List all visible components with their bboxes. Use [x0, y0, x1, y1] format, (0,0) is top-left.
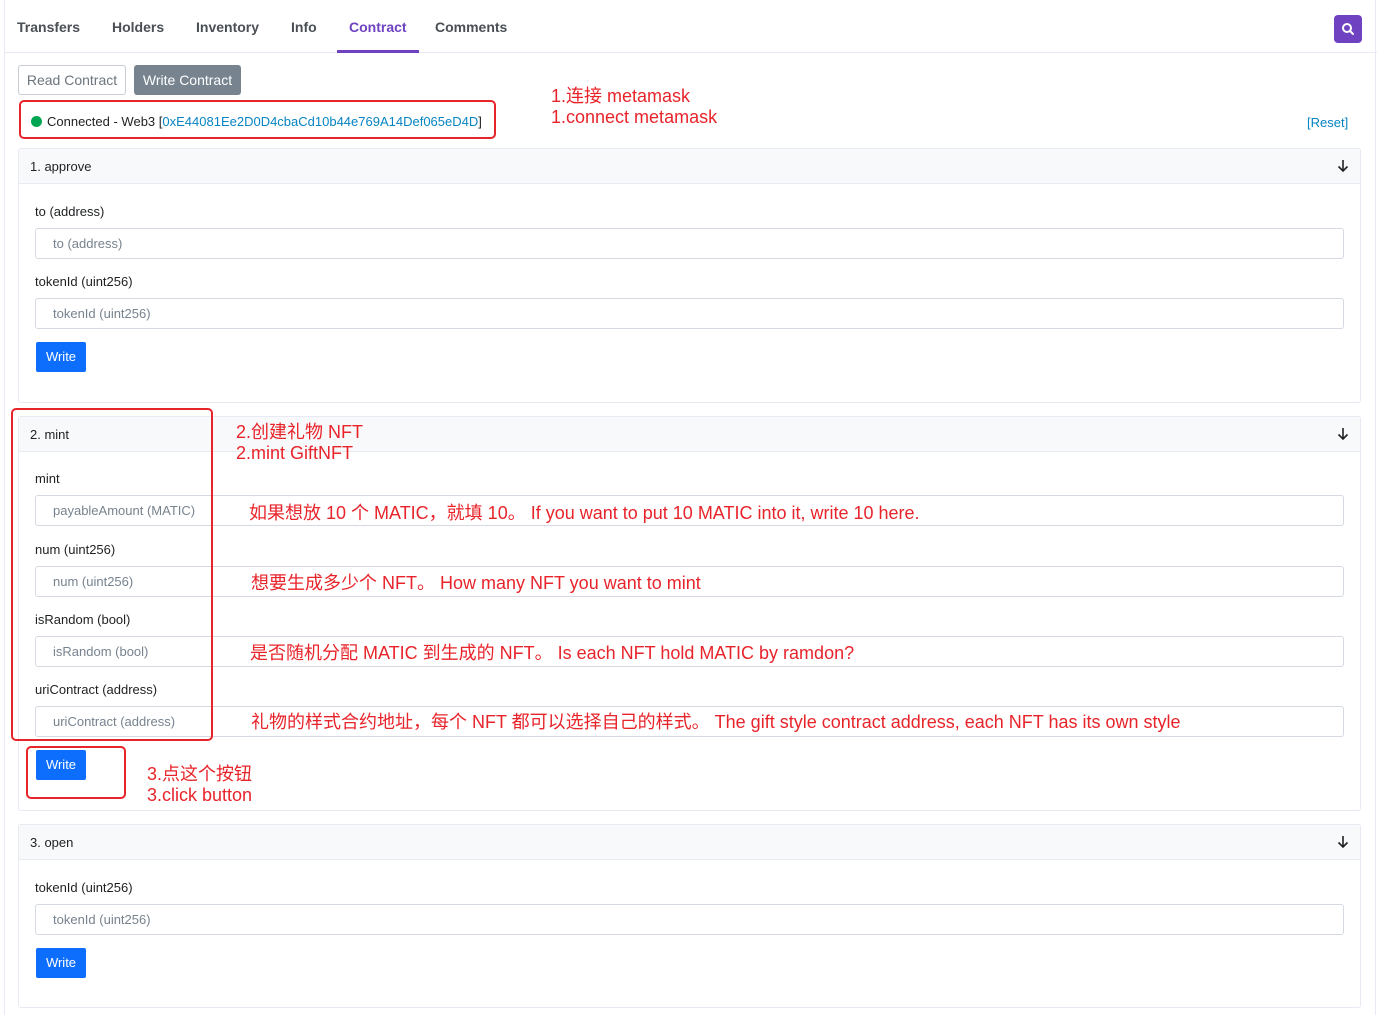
field-label-tokenid: tokenId (uint256) — [35, 880, 133, 895]
field-label-tokenid: tokenId (uint256) — [35, 274, 133, 289]
write-contract-button[interactable]: Write Contract — [134, 65, 241, 95]
tokenid-input[interactable] — [35, 298, 1344, 329]
highlight-box-mint-fields — [11, 408, 213, 741]
function-header-approve[interactable]: 1. approve — [19, 149, 1360, 184]
highlight-box-connect — [19, 100, 496, 139]
search-icon — [1342, 23, 1354, 35]
tab-inventory[interactable]: Inventory — [196, 19, 259, 35]
annotation-step1-zh: 1.连接 metamask — [551, 86, 691, 106]
annotation-step3-zh: 3.点这个按钮 — [147, 764, 253, 784]
tokenid-input[interactable] — [35, 904, 1344, 935]
function-title: 3. open — [30, 835, 74, 850]
annotation-step1-en: 1.connect metamask — [551, 107, 718, 127]
active-tab-indicator — [337, 50, 419, 53]
function-header-open[interactable]: 3. open — [19, 825, 1360, 860]
arrow-down-icon — [1337, 160, 1349, 173]
read-contract-button[interactable]: Read Contract — [18, 65, 126, 95]
to-address-input[interactable] — [35, 228, 1344, 259]
annotation-payable-hint: 如果想放 10 个 MATIC，就填 10。 If you want to pu… — [249, 503, 920, 523]
contract-panel: Transfers Holders Inventory Info Contrac… — [4, 0, 1377, 1015]
field-label-to: to (address) — [35, 204, 105, 219]
highlight-box-write-button — [26, 746, 126, 799]
annotation-step2-zh: 2.创建礼物 NFT — [236, 422, 364, 442]
tab-transfers[interactable]: Transfers — [17, 19, 80, 35]
write-button-open[interactable]: Write — [36, 948, 86, 978]
function-card-mint: 2. mint mint num (uint256) isRandom (boo… — [18, 416, 1361, 811]
function-title: 1. approve — [30, 159, 92, 174]
annotation-uri-hint: 礼物的样式合约地址，每个 NFT 都可以选择自己的样式。 The gift st… — [251, 712, 1181, 732]
annotation-step2-en: 2.mint GiftNFT — [236, 443, 354, 463]
tab-info[interactable]: Info — [291, 19, 317, 35]
search-button[interactable] — [1334, 15, 1362, 43]
arrow-down-icon — [1337, 428, 1349, 441]
annotation-random-hint: 是否随机分配 MATIC 到生成的 NFT。 Is each NFT hold … — [250, 643, 855, 663]
reset-link[interactable]: [Reset] — [1307, 115, 1348, 130]
tab-bar: Transfers Holders Inventory Info Contrac… — [5, 0, 1377, 53]
tab-contract[interactable]: Contract — [349, 19, 407, 35]
write-button-approve[interactable]: Write — [36, 342, 86, 372]
function-card-open: 3. open tokenId (uint256) Write — [18, 824, 1361, 1008]
arrow-down-icon — [1337, 836, 1349, 849]
function-card-approve: 1. approve to (address) tokenId (uint256… — [18, 148, 1361, 403]
tab-holders[interactable]: Holders — [112, 19, 164, 35]
tab-comments[interactable]: Comments — [435, 19, 507, 35]
annotation-step3-en: 3.click button — [147, 785, 253, 805]
annotation-num-hint: 想要生成多少个 NFT。 How many NFT you want to mi… — [251, 573, 701, 593]
function-header-mint[interactable]: 2. mint — [19, 417, 1360, 452]
